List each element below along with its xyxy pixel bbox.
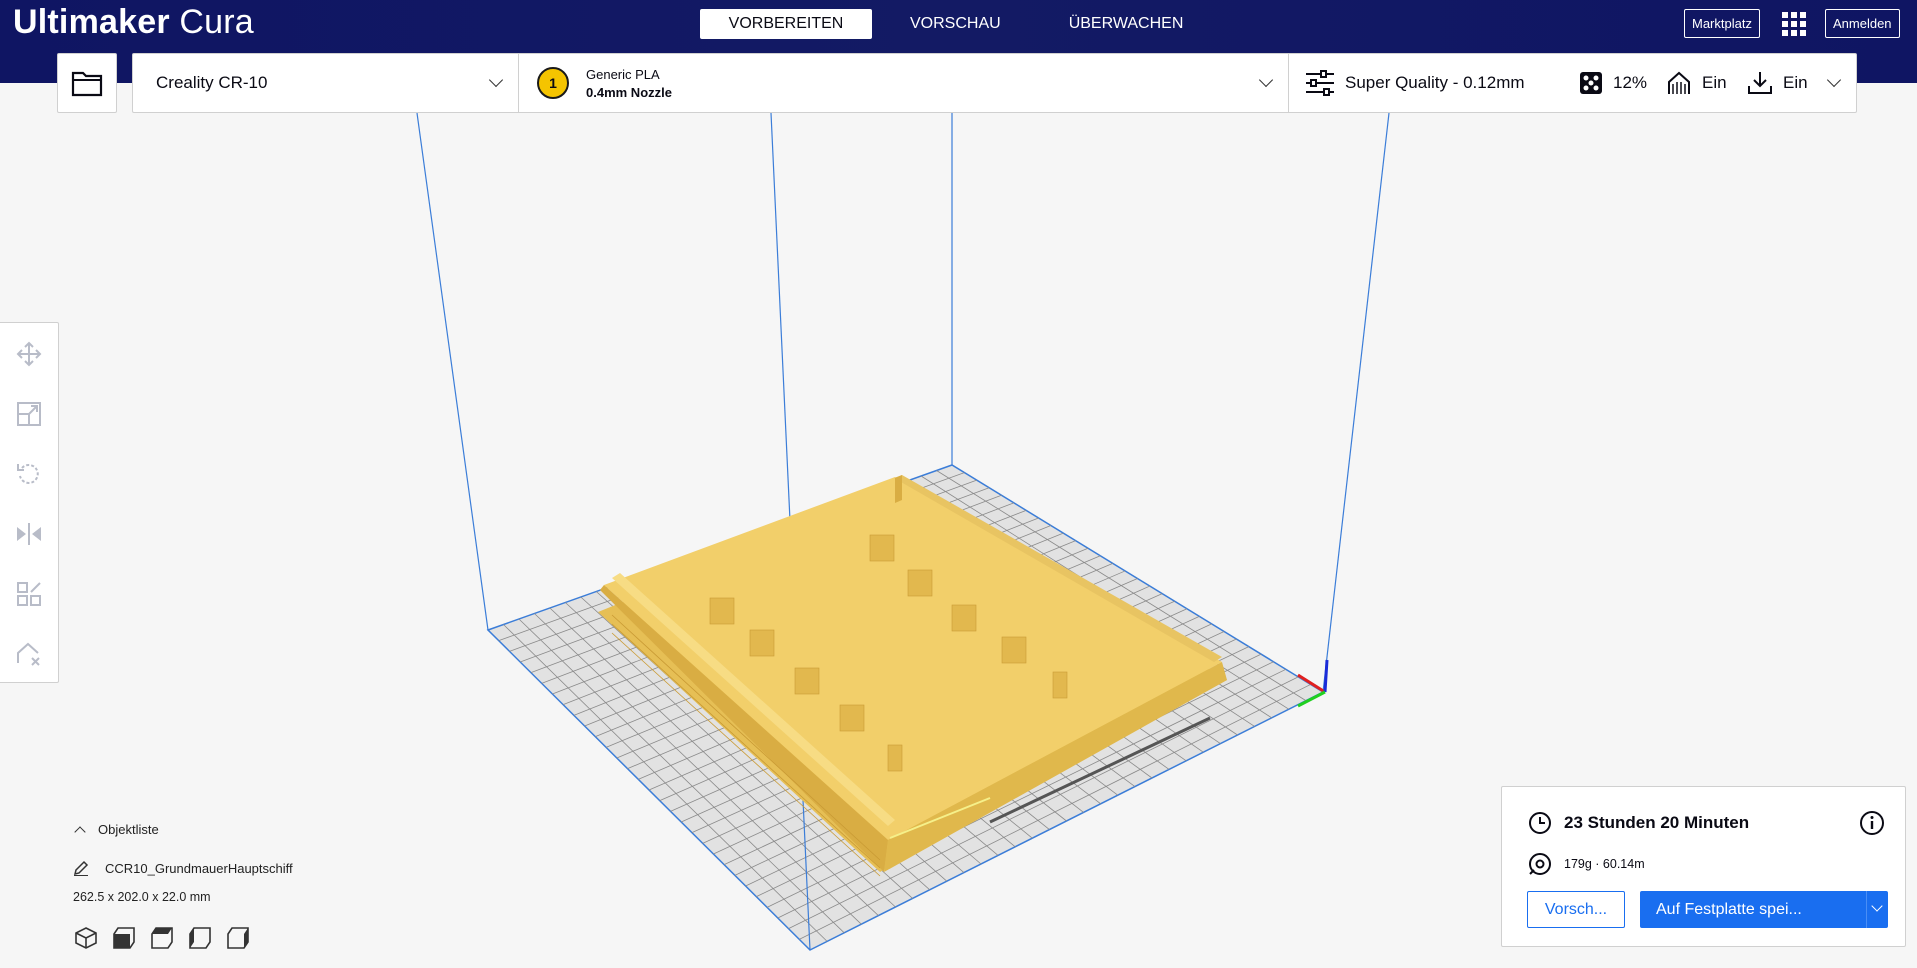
printer-selector[interactable]: Creality CR-10 <box>133 54 519 112</box>
per-model-settings-icon <box>17 582 41 606</box>
infill-icon <box>1580 72 1602 94</box>
object-name: CCR10_GrundmauerHauptschiff <box>105 860 293 876</box>
print-time: 23 Stunden 20 Minuten <box>1528 811 1749 835</box>
view-3d-button[interactable] <box>73 925 99 951</box>
view-top-button[interactable] <box>149 925 175 951</box>
chevron-down-icon <box>1258 72 1274 88</box>
volume-edge-back-left <box>416 112 489 631</box>
material-usage: 179g · 60.14m <box>1528 852 1645 876</box>
save-to-disk-button[interactable]: Auf Festplatte spei... <box>1640 891 1866 928</box>
config-bar: Creality CR-10 1 Generic PLA 0.4mm Nozzl… <box>132 53 1857 113</box>
extruder-badge: 1 <box>537 67 569 99</box>
spool-icon <box>1529 853 1551 875</box>
material-name: Generic PLA <box>586 67 660 82</box>
tab-preview[interactable]: VORSCHAU <box>880 9 1031 39</box>
print-summary-panel: 23 Stunden 20 Minuten 179g · 60.14m Vors… <box>1501 786 1906 947</box>
material-selector[interactable]: 1 Generic PLA 0.4mm Nozzle <box>519 54 1289 112</box>
support-blocker-tool[interactable] <box>14 639 44 669</box>
mirror-icon <box>17 523 41 545</box>
cube-right-icon <box>227 927 249 949</box>
rotate-icon <box>17 463 39 484</box>
move-tool[interactable] <box>14 339 44 369</box>
save-options-dropdown[interactable] <box>1866 891 1888 928</box>
support-item: Ein <box>1666 54 1727 112</box>
object-list-item[interactable]: CCR10_GrundmauerHauptschiff <box>73 860 293 876</box>
mirror-tool[interactable] <box>14 519 44 549</box>
material-usage-value: 179g · 60.14m <box>1564 857 1645 871</box>
cube-left-icon <box>189 927 211 949</box>
marketplace-button[interactable]: Marktplatz <box>1684 9 1760 38</box>
clock-icon <box>1529 812 1551 834</box>
cube-front-icon <box>113 927 135 949</box>
per-model-settings-tool[interactable] <box>14 579 44 609</box>
profile-name: Super Quality - 0.12mm <box>1345 73 1525 92</box>
apps-grid-icon[interactable] <box>1781 11 1807 37</box>
stage-tabs: VORBEREITEN VORSCHAU ÜBERWACHEN <box>700 9 1221 39</box>
view-left-button[interactable] <box>187 925 213 951</box>
adhesion-icon <box>1748 72 1772 94</box>
printer-name: Creality CR-10 <box>156 73 268 92</box>
adhesion-item: Ein <box>1747 54 1808 112</box>
open-file-button[interactable] <box>57 53 117 113</box>
scale-icon <box>17 402 41 426</box>
settings-sliders-icon <box>1306 70 1334 96</box>
cube-3d-icon <box>75 927 97 949</box>
move-icon <box>16 341 42 367</box>
nozzle-size: 0.4mm Nozzle <box>586 85 672 100</box>
rotate-tool[interactable] <box>14 459 44 489</box>
print-settings-selector[interactable]: Super Quality - 0.12mm 12% Ein Ein <box>1289 54 1858 112</box>
scale-tool[interactable] <box>14 399 44 429</box>
chevron-down-icon <box>488 72 504 88</box>
preview-button[interactable]: Vorsch... <box>1527 891 1625 928</box>
tab-monitor[interactable]: ÜBERWACHEN <box>1039 9 1214 39</box>
pencil-icon <box>73 860 89 876</box>
chevron-down-icon <box>1826 72 1842 88</box>
infill-value: 12% <box>1613 73 1648 92</box>
support-icon <box>1668 71 1690 94</box>
profile-item: Super Quality - 0.12mm <box>1305 54 1525 112</box>
logo-product: Cura <box>179 3 254 41</box>
adhesion-value: Ein <box>1783 73 1808 92</box>
tab-prepare[interactable]: VORBEREITEN <box>700 9 872 39</box>
folder-icon <box>71 71 103 97</box>
view-right-button[interactable] <box>225 925 251 951</box>
cube-top-icon <box>151 927 173 949</box>
app-logo: Ultimaker Cura <box>13 2 254 42</box>
chevron-down-icon <box>1871 900 1883 912</box>
camera-view-buttons <box>73 925 263 951</box>
support-blocker-icon <box>17 642 40 666</box>
logo-brand: Ultimaker <box>13 3 170 41</box>
view-front-button[interactable] <box>111 925 137 951</box>
object-dimensions: 262.5 x 202.0 x 22.0 mm <box>73 890 211 904</box>
info-icon[interactable] <box>1859 810 1885 836</box>
object-list-toggle[interactable]: Objektliste <box>73 822 159 838</box>
support-value: Ein <box>1702 73 1727 92</box>
chevron-up-icon <box>74 825 86 838</box>
volume-edge-right <box>1322 112 1390 693</box>
object-list-title: Objektliste <box>98 822 159 837</box>
print-time-value: 23 Stunden 20 Minuten <box>1564 813 1750 832</box>
signin-button[interactable]: Anmelden <box>1825 9 1900 38</box>
infill-item: 12% <box>1579 54 1647 112</box>
transform-toolbar <box>0 322 59 683</box>
